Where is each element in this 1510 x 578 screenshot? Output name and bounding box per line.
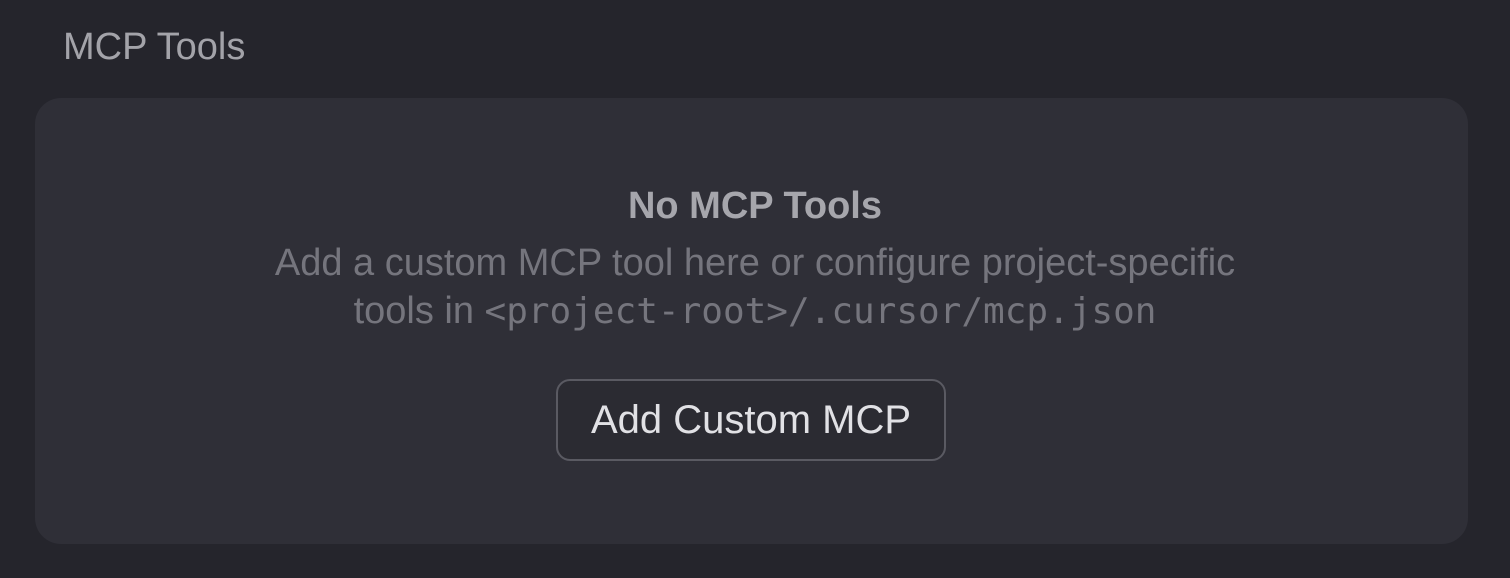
config-file-path: <project-root>/.cursor/mcp.json	[484, 291, 1157, 332]
section-title: MCP Tools	[63, 26, 246, 68]
empty-state-description: Add a custom MCP tool here or configure …	[0, 239, 1510, 336]
empty-state-description-line-2: tools in <project-root>/.cursor/mcp.json	[0, 287, 1510, 336]
empty-state-description-line-1: Add a custom MCP tool here or configure …	[274, 242, 1236, 284]
add-custom-mcp-button[interactable]: Add Custom MCP	[556, 379, 946, 461]
empty-state-title: No MCP Tools	[627, 185, 883, 227]
description-prefix: tools in	[353, 290, 485, 332]
